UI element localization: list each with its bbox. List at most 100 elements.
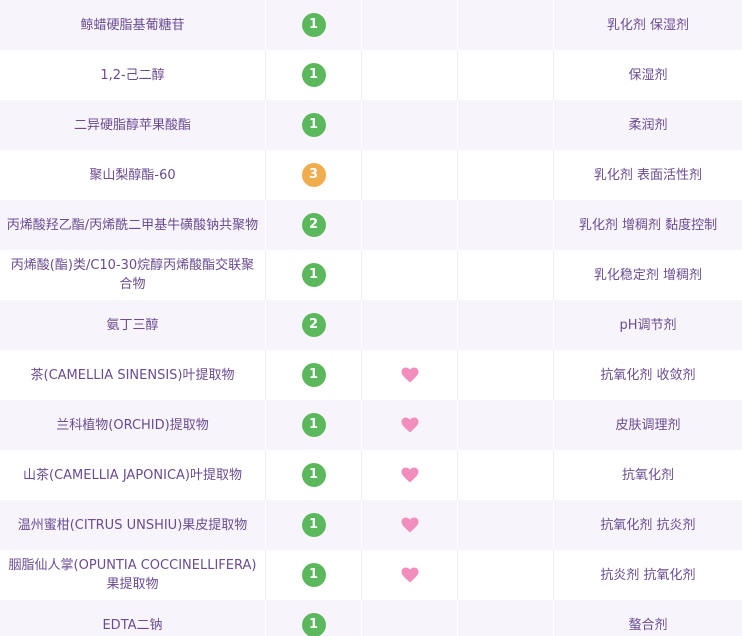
heart-icon bbox=[400, 466, 420, 484]
ingredient-name[interactable]: 丙烯酸(酯)类/C10-30烷醇丙烯酸酯交联聚合物 bbox=[6, 256, 259, 294]
active-ingredient-cell bbox=[362, 400, 458, 450]
acne-risk-cell bbox=[458, 450, 554, 500]
safety-cell: 1 bbox=[266, 450, 362, 500]
acne-risk-cell bbox=[458, 350, 554, 400]
table-row: 丙烯酸羟乙酯/丙烯酰二甲基牛磺酸钠共聚物 2 乳化剂 增稠剂 黏度控制 bbox=[0, 200, 742, 250]
table-row: 丙烯酸(酯)类/C10-30烷醇丙烯酸酯交联聚合物 1 乳化稳定剂 增稠剂 bbox=[0, 250, 742, 300]
safety-cell: 1 bbox=[266, 100, 362, 150]
safety-badge: 1 bbox=[301, 613, 326, 636]
ingredient-name-cell: 聚山梨醇酯-60 bbox=[0, 150, 266, 200]
ingredient-function: pH调节剂 bbox=[619, 317, 677, 333]
acne-risk-cell bbox=[458, 150, 554, 200]
safety-cell: 1 bbox=[266, 0, 362, 50]
ingredient-function: 皮肤调理剂 bbox=[615, 417, 681, 433]
function-cell: 皮肤调理剂 bbox=[554, 400, 742, 450]
safety-badge: 1 bbox=[301, 13, 326, 37]
table-row: 氨丁三醇 2 pH调节剂 bbox=[0, 300, 742, 350]
function-cell: 柔润剂 bbox=[554, 100, 742, 150]
safety-cell: 1 bbox=[266, 250, 362, 300]
safety-cell: 1 bbox=[266, 600, 362, 636]
ingredient-function: 柔润剂 bbox=[628, 117, 668, 133]
acne-risk-cell bbox=[458, 50, 554, 100]
ingredient-table: 鲸蜡硬脂基葡糖苷 1 乳化剂 保湿剂 1,2-己二醇 1 保湿剂二异硬脂醇苹果酸酯 1 柔润剂… bbox=[0, 0, 742, 636]
table-row: 温州蜜柑(CITRUS UNSHIU)果皮提取物 1 抗氧化剂 抗炎剂 bbox=[0, 500, 742, 550]
active-ingredient-cell bbox=[362, 350, 458, 400]
table-row: 鲸蜡硬脂基葡糖苷 1 乳化剂 保湿剂 bbox=[0, 0, 742, 50]
function-cell: pH调节剂 bbox=[554, 300, 742, 350]
table-row: 二异硬脂醇苹果酸酯 1 柔润剂 bbox=[0, 100, 742, 150]
ingredient-name[interactable]: EDTA二钠 bbox=[102, 616, 162, 635]
active-ingredient-cell bbox=[362, 600, 458, 636]
safety-badge: 2 bbox=[301, 313, 326, 337]
ingredient-function: 乳化剂 表面活性剂 bbox=[593, 167, 703, 183]
safety-cell: 1 bbox=[266, 350, 362, 400]
safety-badge: 1 bbox=[301, 363, 326, 387]
ingredient-name-cell: 鲸蜡硬脂基葡糖苷 bbox=[0, 0, 266, 50]
ingredient-function: 乳化稳定剂 增稠剂 bbox=[593, 267, 703, 283]
function-cell: 抗氧化剂 bbox=[554, 450, 742, 500]
safety-badge: 1 bbox=[301, 63, 326, 87]
active-ingredient-cell bbox=[362, 200, 458, 250]
ingredient-name[interactable]: 茶(CAMELLIA SINENSIS)叶提取物 bbox=[31, 366, 235, 385]
table-row: 1,2-己二醇 1 保湿剂 bbox=[0, 50, 742, 100]
ingredient-name-cell: 茶(CAMELLIA SINENSIS)叶提取物 bbox=[0, 350, 266, 400]
table-row: 聚山梨醇酯-60 3 乳化剂 表面活性剂 bbox=[0, 150, 742, 200]
ingredient-function: 螯合剂 bbox=[628, 617, 668, 633]
ingredient-name-cell: 丙烯酸(酯)类/C10-30烷醇丙烯酸酯交联聚合物 bbox=[0, 250, 266, 300]
safety-badge: 1 bbox=[301, 413, 326, 437]
safety-badge: 1 bbox=[301, 463, 326, 487]
safety-badge: 1 bbox=[301, 263, 326, 287]
safety-badge: 2 bbox=[301, 213, 326, 237]
safety-badge: 1 bbox=[301, 513, 326, 537]
heart-icon bbox=[400, 516, 420, 534]
ingredient-name[interactable]: 丙烯酸羟乙酯/丙烯酰二甲基牛磺酸钠共聚物 bbox=[7, 216, 258, 235]
ingredient-name-cell: 兰科植物(ORCHID)提取物 bbox=[0, 400, 266, 450]
function-cell: 抗氧化剂 收敛剂 bbox=[554, 350, 742, 400]
ingredient-name[interactable]: 山茶(CAMELLIA JAPONICA)叶提取物 bbox=[23, 466, 242, 485]
function-cell: 保湿剂 bbox=[554, 50, 742, 100]
function-cell: 乳化剂 增稠剂 黏度控制 bbox=[554, 200, 742, 250]
ingredient-function: 乳化剂 增稠剂 黏度控制 bbox=[578, 217, 718, 233]
acne-risk-cell bbox=[458, 250, 554, 300]
function-cell: 螯合剂 bbox=[554, 600, 742, 636]
ingredient-name[interactable]: 温州蜜柑(CITRUS UNSHIU)果皮提取物 bbox=[18, 516, 248, 535]
table-row: 茶(CAMELLIA SINENSIS)叶提取物 1 抗氧化剂 收敛剂 bbox=[0, 350, 742, 400]
ingredient-name-cell: 二异硬脂醇苹果酸酯 bbox=[0, 100, 266, 150]
acne-risk-cell bbox=[458, 600, 554, 636]
active-ingredient-cell bbox=[362, 100, 458, 150]
heart-icon bbox=[400, 416, 420, 434]
safety-cell: 1 bbox=[266, 550, 362, 600]
table-row: 山茶(CAMELLIA JAPONICA)叶提取物 1 抗氧化剂 bbox=[0, 450, 742, 500]
ingredient-name[interactable]: 1,2-己二醇 bbox=[100, 66, 164, 85]
safety-cell: 2 bbox=[266, 300, 362, 350]
active-ingredient-cell bbox=[362, 250, 458, 300]
ingredient-name[interactable]: 氨丁三醇 bbox=[106, 316, 158, 335]
ingredient-name-cell: 1,2-己二醇 bbox=[0, 50, 266, 100]
ingredient-function: 抗氧化剂 bbox=[621, 467, 674, 483]
ingredient-name[interactable]: 鲸蜡硬脂基葡糖苷 bbox=[80, 16, 184, 35]
ingredient-function: 抗氧化剂 抗炎剂 bbox=[600, 517, 696, 533]
ingredient-name-cell: EDTA二钠 bbox=[0, 600, 266, 636]
function-cell: 乳化剂 表面活性剂 bbox=[554, 150, 742, 200]
safety-cell: 1 bbox=[266, 400, 362, 450]
active-ingredient-cell bbox=[362, 0, 458, 50]
acne-risk-cell bbox=[458, 400, 554, 450]
heart-icon bbox=[400, 566, 420, 584]
function-cell: 乳化剂 保湿剂 bbox=[554, 0, 742, 50]
ingredient-name[interactable]: 胭脂仙人掌(OPUNTIA COCCINELLIFERA)果提取物 bbox=[6, 556, 259, 594]
acne-risk-cell bbox=[458, 500, 554, 550]
acne-risk-cell bbox=[458, 100, 554, 150]
acne-risk-cell bbox=[458, 300, 554, 350]
ingredient-name[interactable]: 二异硬脂醇苹果酸酯 bbox=[74, 116, 191, 135]
ingredient-name-cell: 胭脂仙人掌(OPUNTIA COCCINELLIFERA)果提取物 bbox=[0, 550, 266, 600]
safety-cell: 1 bbox=[266, 50, 362, 100]
table-row: 兰科植物(ORCHID)提取物 1 皮肤调理剂 bbox=[0, 400, 742, 450]
ingredient-name-cell: 丙烯酸羟乙酯/丙烯酰二甲基牛磺酸钠共聚物 bbox=[0, 200, 266, 250]
acne-risk-cell bbox=[458, 0, 554, 50]
ingredient-function: 抗炎剂 抗氧化剂 bbox=[600, 567, 696, 583]
ingredient-name[interactable]: 聚山梨醇酯-60 bbox=[89, 166, 175, 185]
safety-cell: 3 bbox=[266, 150, 362, 200]
ingredient-name-cell: 氨丁三醇 bbox=[0, 300, 266, 350]
ingredient-name[interactable]: 兰科植物(ORCHID)提取物 bbox=[56, 416, 208, 435]
active-ingredient-cell bbox=[362, 50, 458, 100]
